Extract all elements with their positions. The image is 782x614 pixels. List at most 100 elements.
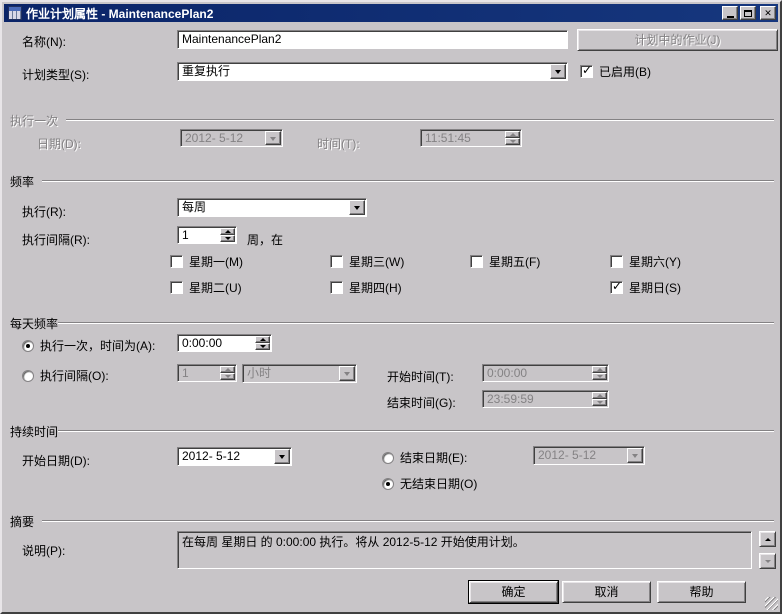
spin-up-icon[interactable]	[255, 336, 270, 343]
spinner-buttons[interactable]	[220, 366, 235, 380]
end-date-select[interactable]: 2012- 5-12	[533, 446, 645, 465]
one-time-time-value: 11:51:45	[421, 130, 504, 146]
duration-group-label: 持续时间	[10, 423, 58, 440]
dropdown-arrow-icon[interactable]	[550, 64, 566, 79]
weekday-tuesday-checkbox[interactable]: 星期二(U)	[170, 279, 242, 296]
spin-down-icon[interactable]	[592, 373, 607, 380]
no-end-date-label: 无结束日期(O)	[400, 475, 477, 492]
dropdown-arrow-icon[interactable]	[274, 449, 290, 464]
weekday-label: 星期三(W)	[349, 253, 404, 270]
spin-down-icon[interactable]	[220, 373, 235, 380]
weekday-sunday-checkbox[interactable]: 星期日(S)	[610, 279, 681, 296]
checkbox-box	[610, 281, 623, 294]
description-value: 在每周 星期日 的 0:00:00 执行。将从 2012-5-12 开始使用计划…	[182, 535, 525, 549]
one-time-time-spinner[interactable]: 11:51:45	[420, 129, 522, 147]
dropdown-arrow-icon[interactable]	[627, 448, 643, 463]
spin-up-icon[interactable]	[592, 392, 607, 399]
name-value: MaintenancePlan2	[178, 31, 567, 48]
start-date-value: 2012- 5-12	[178, 448, 273, 465]
spin-up-icon[interactable]	[592, 366, 607, 373]
spin-up-icon[interactable]	[505, 131, 520, 138]
start-date-select[interactable]: 2012- 5-12	[177, 447, 292, 466]
description-scroll-down-button[interactable]	[759, 553, 776, 569]
start-time-spinner[interactable]: 0:00:00	[482, 364, 609, 382]
one-time-group-label: 执行一次	[10, 112, 58, 129]
start-time-value: 0:00:00	[483, 365, 591, 381]
spinner-buttons[interactable]	[592, 366, 607, 380]
duration-group-line	[58, 430, 774, 432]
weekday-label: 星期四(H)	[349, 279, 402, 296]
frequency-group-line	[42, 180, 774, 182]
weekday-label: 星期二(U)	[189, 279, 242, 296]
schedule-type-label: 计划类型(S):	[22, 66, 89, 83]
jobs-in-schedule-button[interactable]: 计划中的作业(J)	[577, 29, 778, 51]
occurs-once-radio[interactable]: 执行一次，时间为(A):	[22, 337, 155, 354]
checkbox-box	[470, 255, 483, 268]
spinner-buttons[interactable]	[505, 131, 520, 145]
minimize-icon	[727, 16, 734, 18]
dropdown-arrow-icon[interactable]	[349, 200, 365, 215]
spinner-buttons[interactable]	[592, 392, 607, 406]
enabled-checkbox[interactable]: 已启用(B)	[580, 63, 651, 80]
description-scroll-up-button[interactable]	[759, 531, 776, 547]
checkbox-box	[330, 255, 343, 268]
schedule-grid-icon	[8, 6, 22, 20]
recurs-value: 1	[178, 227, 219, 243]
ok-button[interactable]: 确定	[469, 581, 558, 603]
interval-value: 1	[178, 365, 219, 381]
occurs-select[interactable]: 每周	[177, 198, 367, 217]
one-time-date-value: 2012- 5-12	[181, 130, 264, 146]
weekday-saturday-checkbox[interactable]: 星期六(Y)	[610, 253, 681, 270]
daily-frequency-group-label: 每天频率	[10, 315, 58, 332]
checkbox-box	[610, 255, 623, 268]
maximize-icon	[744, 10, 752, 17]
schedule-type-select[interactable]: 重复执行	[177, 62, 568, 81]
radio-circle	[22, 370, 34, 382]
one-time-date-select[interactable]: 2012- 5-12	[180, 129, 283, 147]
name-input[interactable]: MaintenancePlan2	[177, 30, 568, 49]
spin-up-icon[interactable]	[220, 366, 235, 373]
dropdown-arrow-icon[interactable]	[339, 366, 355, 381]
spin-down-icon[interactable]	[592, 399, 607, 406]
dropdown-arrow-icon[interactable]	[265, 131, 281, 145]
summary-group-line	[42, 520, 774, 522]
end-time-spinner[interactable]: 23:59:59	[482, 390, 609, 408]
occurs-once-time-spinner[interactable]: 0:00:00	[177, 334, 272, 352]
close-button[interactable]: ✕	[760, 6, 776, 20]
recurs-spinner[interactable]: 1	[177, 226, 237, 244]
arrow-down-icon	[765, 560, 771, 566]
radio-circle	[22, 340, 34, 352]
interval-unit-select[interactable]: 小时	[242, 364, 357, 383]
occurs-interval-radio[interactable]: 执行间隔(O):	[22, 367, 109, 384]
weekday-wednesday-checkbox[interactable]: 星期三(W)	[330, 253, 404, 270]
spin-down-icon[interactable]	[255, 343, 270, 350]
spinner-buttons[interactable]	[220, 228, 235, 242]
weekday-label: 星期一(M)	[189, 253, 243, 270]
weekday-thursday-checkbox[interactable]: 星期四(H)	[330, 279, 402, 296]
help-button[interactable]: 帮助	[657, 581, 746, 603]
arrow-up-icon	[765, 535, 771, 541]
interval-unit-value: 小时	[243, 365, 338, 382]
cancel-button[interactable]: 取消	[562, 581, 651, 603]
resize-grip[interactable]	[765, 597, 778, 610]
spinner-buttons[interactable]	[255, 336, 270, 350]
spin-down-icon[interactable]	[220, 235, 235, 242]
spin-up-icon[interactable]	[220, 228, 235, 235]
weekday-friday-checkbox[interactable]: 星期五(F)	[470, 253, 540, 270]
weekday-label: 星期五(F)	[489, 253, 540, 270]
spin-down-icon[interactable]	[505, 138, 520, 145]
maximize-button[interactable]	[740, 6, 756, 20]
end-date-value: 2012- 5-12	[534, 447, 626, 464]
titlebar[interactable]: 作业计划属性 - MaintenancePlan2 ✕	[4, 4, 778, 22]
occurs-once-label: 执行一次，时间为(A):	[40, 337, 155, 354]
no-end-date-radio[interactable]: 无结束日期(O)	[382, 475, 477, 492]
weekday-monday-checkbox[interactable]: 星期一(M)	[170, 253, 243, 270]
interval-value-spinner[interactable]: 1	[177, 364, 237, 382]
enabled-label: 已启用(B)	[599, 63, 651, 80]
end-date-radio[interactable]: 结束日期(E):	[382, 449, 467, 466]
end-date-label: 结束日期(E):	[400, 449, 467, 466]
name-label: 名称(N):	[22, 33, 66, 50]
minimize-button[interactable]	[722, 6, 738, 20]
end-time-label: 结束时间(G):	[387, 394, 456, 411]
description-textbox[interactable]: 在每周 星期日 的 0:00:00 执行。将从 2012-5-12 开始使用计划…	[177, 531, 752, 569]
